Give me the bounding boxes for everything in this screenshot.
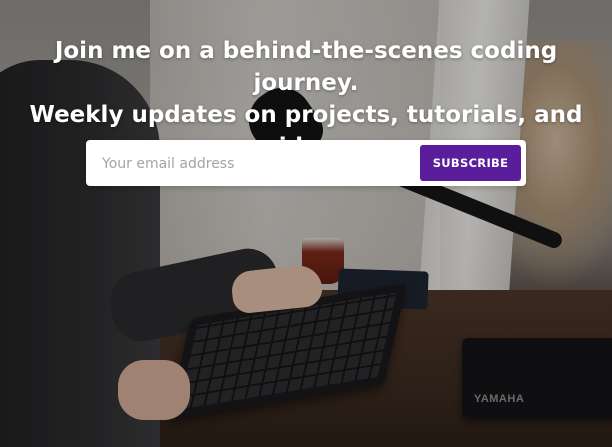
newsletter-signup-form: SUBSCRIBE: [86, 140, 526, 188]
headline-line-1: Join me on a behind-the-scenes coding jo…: [54, 38, 558, 96]
subscribe-button[interactable]: SUBSCRIBE: [420, 145, 521, 181]
email-input[interactable]: [100, 140, 414, 188]
